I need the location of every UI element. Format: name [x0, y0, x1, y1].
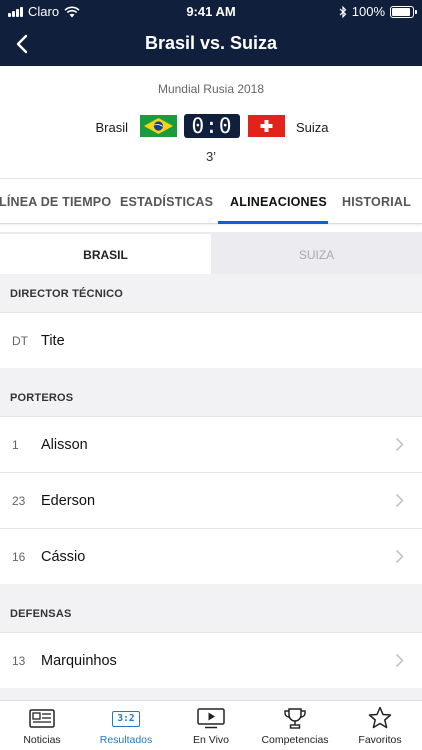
battery-icon	[390, 5, 417, 18]
competition-name: Mundial Rusia 2018	[157, 82, 265, 96]
segment-home-team[interactable]: BRASIL	[0, 234, 211, 274]
tabbar-label: En Vivo	[193, 734, 229, 746]
tv-play-icon	[197, 708, 225, 729]
segment-away-team[interactable]: SUIZA	[211, 234, 422, 274]
player-name: Ederson	[41, 492, 96, 509]
section-gap	[0, 368, 422, 378]
player-name: Alisson	[41, 436, 88, 453]
trophy-icon	[284, 708, 306, 729]
tabbar-results[interactable]: 3:2 Resultados	[84, 701, 168, 750]
status-right: 100%	[339, 4, 417, 19]
coach-row[interactable]: DT Tite	[0, 312, 422, 368]
player-number: 23	[12, 493, 26, 508]
tabbar-label: Noticias	[23, 734, 61, 746]
chevron-right-icon	[395, 549, 404, 564]
player-number: 1	[12, 437, 19, 452]
chevron-right-icon	[395, 437, 404, 452]
player-row[interactable]: 23 Ederson	[0, 472, 422, 528]
nav-bar: Brasil vs. Suiza	[0, 22, 422, 66]
section-gap	[0, 584, 422, 594]
match-tabs: LÍNEA DE TIEMPO ESTADÍSTICAS ALINEACIONE…	[0, 178, 422, 224]
star-icon	[368, 706, 392, 729]
battery-percent: 100%	[351, 4, 385, 19]
player-name: Cássio	[41, 548, 86, 565]
tab-lineups[interactable]: ALINEACIONES	[230, 179, 327, 224]
home-team-name: Brasil	[95, 120, 128, 135]
brazil-flag-icon	[140, 115, 177, 137]
player-number: 16	[12, 549, 26, 564]
player-number: 13	[12, 653, 26, 668]
section-header-coach: DIRECTOR TÉCNICO	[0, 274, 422, 312]
tab-history[interactable]: HISTORIAL	[342, 179, 411, 224]
section-header-defenders: DEFENSAS	[0, 594, 422, 632]
switzerland-flag-icon	[248, 115, 285, 137]
match-score: 0:0	[184, 114, 240, 138]
tab-statistics[interactable]: ESTADÍSTICAS	[120, 179, 213, 224]
tabbar-favorites[interactable]: Favoritos	[338, 701, 422, 750]
player-row[interactable]: 16 Cássio	[0, 528, 422, 584]
player-row[interactable]: 13 Marquinhos	[0, 632, 422, 688]
top-bar: Claro 9:41 AM 100% Brasil vs. Suiza	[0, 0, 422, 66]
tabbar-label: Favoritos	[358, 734, 402, 746]
status-bar: Claro 9:41 AM 100%	[0, 0, 422, 22]
match-minute: 3’	[205, 149, 217, 164]
scoreboard-icon: 3:2	[112, 711, 140, 727]
tabbar-competitions[interactable]: Competencias	[253, 701, 337, 750]
battery-fill	[392, 7, 410, 16]
tabbar-label: Competencias	[261, 734, 329, 746]
active-tab-indicator	[218, 221, 328, 224]
player-name: Tite	[41, 332, 65, 349]
newspaper-icon	[29, 709, 55, 728]
bluetooth-icon	[339, 5, 347, 18]
player-row[interactable]: 1 Alisson	[0, 416, 422, 472]
tabbar-label: Resultados	[99, 734, 153, 746]
chevron-right-icon	[395, 653, 404, 668]
page-title: Brasil vs. Suiza	[144, 33, 278, 53]
match-header: Mundial Rusia 2018 Brasil 0:0 Suiza 3’	[0, 66, 422, 178]
tabbar-live[interactable]: En Vivo	[169, 701, 253, 750]
bottom-tab-bar: Noticias 3:2 Resultados En Vivo Competen…	[0, 700, 422, 750]
section-header-goalkeepers: PORTEROS	[0, 378, 422, 416]
away-team-name: Suiza	[296, 120, 329, 135]
tabbar-news[interactable]: Noticias	[0, 701, 84, 750]
chevron-right-icon	[395, 493, 404, 508]
lineup-list: DIRECTOR TÉCNICO DT Tite PORTEROS 1 Alis…	[0, 274, 422, 700]
player-name: Marquinhos	[41, 652, 117, 669]
team-segment-control: BRASIL SUIZA	[0, 232, 422, 274]
tab-timeline[interactable]: LÍNEA DE TIEMPO	[0, 179, 111, 224]
player-number: DT	[12, 333, 28, 348]
